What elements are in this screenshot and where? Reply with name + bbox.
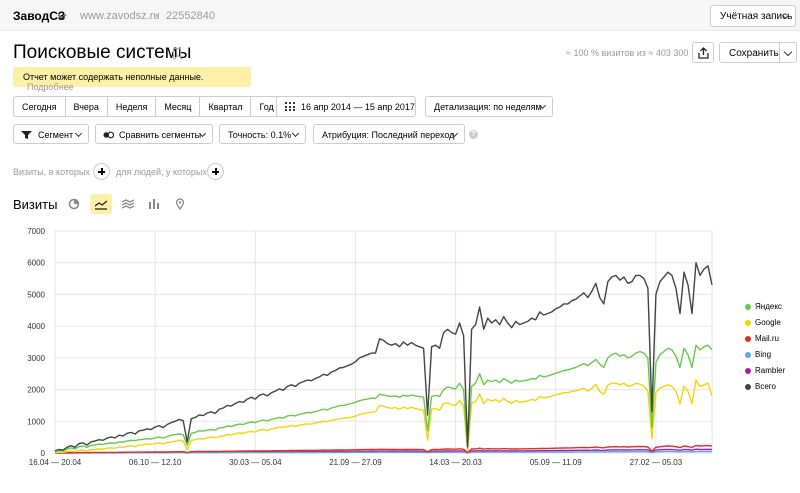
legend-label: Всего: [755, 382, 776, 391]
x-tick-label: 27.02 — 05.03: [630, 458, 683, 467]
legend-color-dot: [745, 320, 751, 326]
incomplete-data-warning: Отчет может содержать неполные данные. П…: [13, 67, 251, 92]
x-tick-label: 16.04 — 20.04: [29, 458, 82, 467]
period-week-button[interactable]: Неделя: [108, 97, 157, 116]
x-tick-label: 14.03 — 20.03: [429, 458, 482, 467]
top-bar: ЗаводСЗ www.zavodsz.ru • 22552840 Учётна…: [0, 0, 800, 31]
legend-color-dot: [745, 304, 751, 310]
save-menu-button[interactable]: [779, 42, 797, 63]
bar-chart-toggle[interactable]: [143, 194, 165, 214]
period-selector: Сегодня Вчера Неделя Месяц Квартал Год: [13, 96, 283, 117]
y-tick-label: 6000: [27, 259, 45, 268]
series-line-Всего: [54, 262, 713, 452]
visits-line-chart[interactable]: 0 1000 2000 3000 4000 5000 6000 7000 16.04 — 20.…: [0, 222, 800, 472]
save-button[interactable]: Сохранить: [719, 42, 780, 63]
compare-segments-button[interactable]: Сравнить сегменты: [95, 124, 213, 144]
visits-summary: ≈ 100 % визитов из ≈ 403 300: [566, 48, 689, 58]
legend-label: Google: [755, 318, 781, 327]
legend-label: Яндекс: [755, 302, 782, 311]
accuracy-label: Точность: 0.1%: [228, 130, 292, 140]
add-visit-filter-button[interactable]: [93, 163, 110, 180]
x-tick-label: 05.09 — 11.09: [530, 458, 582, 467]
period-quarter-button[interactable]: Квартал: [200, 97, 252, 116]
detail-select[interactable]: Детализация: по неделям: [425, 96, 553, 117]
area-chart-icon: [122, 199, 134, 209]
chevron-down-icon: [291, 129, 300, 138]
y-tick-label: 1000: [27, 417, 45, 426]
separator-dot: •: [155, 10, 159, 22]
y-tick-label: 5000: [27, 290, 45, 299]
map-pin-icon: [175, 198, 185, 210]
date-range-label: 16 апр 2014 — 15 апр 2017: [301, 102, 415, 112]
legend-item[interactable]: Google: [745, 318, 785, 334]
date-range-picker[interactable]: 16 апр 2014 — 15 апр 2017: [276, 96, 416, 117]
warning-text: Отчет может содержать неполные данные.: [23, 72, 204, 82]
accuracy-select[interactable]: Точность: 0.1%: [219, 124, 306, 144]
line-chart-toggle[interactable]: [90, 194, 112, 214]
compare-icon: [103, 131, 114, 139]
pie-chart-icon: [68, 198, 80, 210]
bar-chart-icon: [149, 199, 159, 209]
account-button[interactable]: Учётная запись: [710, 5, 796, 27]
area-chart-toggle[interactable]: [117, 194, 139, 214]
period-month-button[interactable]: Месяц: [156, 97, 201, 116]
legend-item[interactable]: Mail.ru: [745, 334, 785, 350]
x-tick-label: 06.10 — 12.10: [129, 458, 182, 467]
chart-legend: Яндекс Google Mail.ru Bing Rambler Всего: [745, 302, 785, 398]
period-yesterday-button[interactable]: Вчера: [66, 97, 108, 116]
legend-label: Rambler: [755, 366, 786, 375]
x-tick-label: 21.09 — 27.09: [329, 458, 382, 467]
x-tick-label: 30.03 — 05.04: [229, 458, 282, 467]
legend-item[interactable]: Всего: [745, 382, 785, 398]
y-tick-label: 7000: [27, 227, 45, 236]
calendar-icon: [285, 102, 295, 111]
detail-label: Детализация: по неделям: [434, 102, 542, 112]
chevron-down-icon: [74, 129, 83, 138]
legend-label: Mail.ru: [755, 334, 780, 343]
y-tick-label: 4000: [27, 322, 45, 331]
series-line-Google: [54, 379, 713, 454]
legend-color-dot: [745, 352, 751, 358]
account-label: Учётная запись: [720, 11, 793, 22]
series-line-Яндекс: [54, 344, 713, 453]
counter-id: 22552840: [166, 10, 215, 22]
share-button[interactable]: [692, 42, 714, 63]
share-icon: [698, 47, 709, 59]
legend-item[interactable]: Яндекс: [745, 302, 785, 318]
legend-item[interactable]: Bing: [745, 350, 785, 366]
attribution-select[interactable]: Атрибуция: Последний переход: [313, 124, 465, 144]
warning-more-link[interactable]: Подробнее: [27, 82, 74, 92]
attribution-label: Атрибуция: Последний переход: [322, 130, 455, 140]
legend-color-dot: [745, 384, 751, 390]
y-tick-label: 2000: [27, 386, 45, 395]
bookmark-icon[interactable]: [173, 48, 181, 59]
map-toggle[interactable]: [169, 194, 191, 214]
segment-label: Сегмент: [38, 130, 74, 140]
people-filter-label: для людей, у которых: [116, 167, 207, 177]
compare-segments-label: Сравнить сегменты: [119, 130, 202, 140]
add-people-filter-button[interactable]: [207, 163, 224, 180]
visits-filter-label: Визиты, в которых: [13, 167, 90, 177]
metric-title: Визиты: [13, 197, 58, 212]
legend-color-dot: [745, 336, 751, 342]
legend-color-dot: [745, 368, 751, 374]
legend-item[interactable]: Rambler: [745, 366, 785, 382]
legend-label: Bing: [755, 350, 772, 359]
help-icon[interactable]: ?: [469, 130, 478, 139]
period-today-button[interactable]: Сегодня: [14, 97, 66, 116]
filter-icon: [21, 131, 32, 139]
y-tick-label: 0: [41, 449, 46, 458]
page-title: Поисковые системы: [13, 42, 192, 63]
pie-chart-toggle[interactable]: [63, 194, 85, 214]
segment-button[interactable]: Сегмент: [13, 124, 89, 144]
site-name[interactable]: ЗаводСЗ: [13, 9, 65, 23]
y-tick-label: 3000: [27, 354, 45, 363]
site-url: www.zavodsz.ru: [80, 10, 160, 22]
line-chart-icon: [95, 200, 107, 210]
